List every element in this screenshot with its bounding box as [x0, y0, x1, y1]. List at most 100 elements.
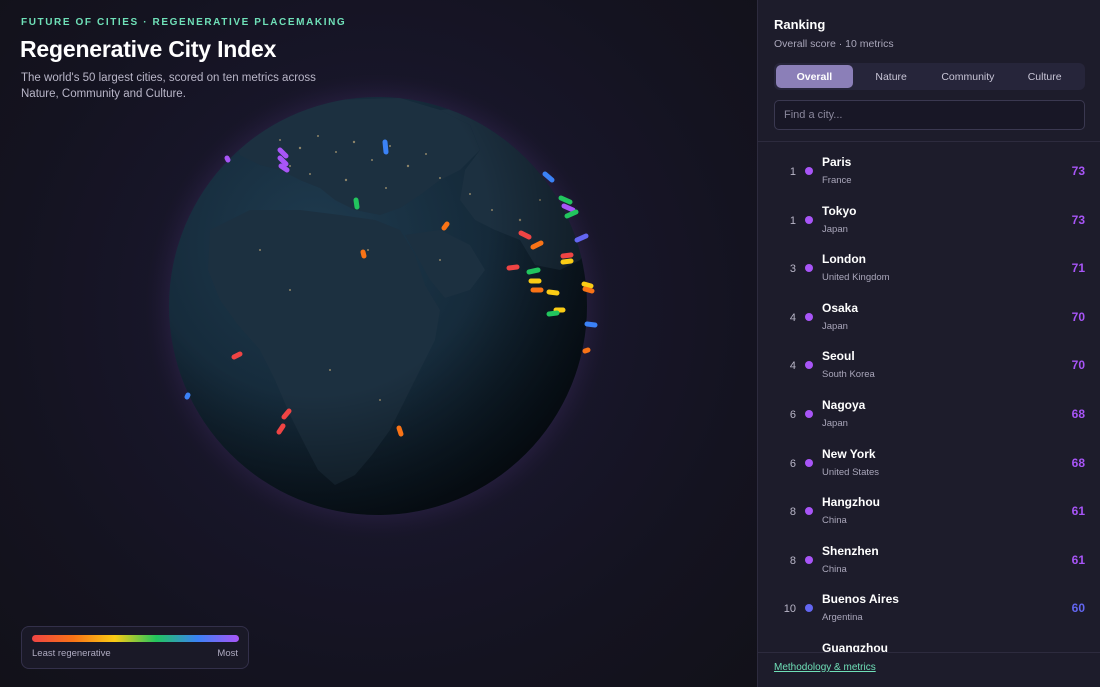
tab-overall[interactable]: Overall: [776, 65, 853, 88]
rank-number: 8: [789, 554, 796, 567]
city-name: Buenos Aires: [822, 592, 899, 607]
score-color-dot: [805, 167, 813, 175]
eyebrow-label: FUTURE OF CITIES · REGENERATIVE PLACEMAK…: [21, 17, 347, 28]
city-score: 70: [1071, 358, 1085, 373]
globe-stage[interactable]: FUTURE OF CITIES · REGENERATIVE PLACEMAK…: [0, 0, 757, 687]
rank-number: 1: [789, 166, 796, 178]
score-color-dot: [805, 507, 813, 516]
city-marker[interactable]: [546, 310, 560, 317]
legend-min-label: Least regenerative: [32, 648, 111, 659]
city-marker[interactable]: [224, 155, 231, 163]
list-item[interactable]: 6 New York United States 68: [758, 438, 1100, 487]
rank-number: 6: [789, 457, 796, 470]
tab-community[interactable]: Community: [930, 65, 1007, 88]
city-score: 60: [1071, 601, 1085, 616]
city-score: 61: [1071, 552, 1085, 567]
city-marker[interactable]: [584, 321, 598, 328]
city-score: 68: [1071, 455, 1085, 470]
city-marker[interactable]: [506, 264, 520, 271]
score-color-dot: [805, 312, 813, 321]
city-marker[interactable]: [276, 423, 286, 435]
country-name: China: [822, 515, 847, 527]
city-marker[interactable]: [184, 392, 191, 400]
city-marker[interactable]: [582, 347, 591, 354]
city-search-input[interactable]: [774, 100, 1085, 130]
globe-svg[interactable]: [140, 70, 640, 550]
methodology-link[interactable]: Methodology & metrics: [774, 662, 876, 673]
color-legend: Least regenerative Most: [21, 626, 249, 669]
list-item[interactable]: Guangzhou: [758, 632, 1100, 652]
city-marker[interactable]: [560, 252, 574, 259]
rank-number: 6: [789, 408, 796, 421]
city-name: Osaka: [822, 300, 859, 315]
globe-shading: [169, 97, 587, 515]
city-name: Paris: [822, 155, 852, 169]
city-score: 68: [1071, 406, 1085, 421]
city-name: Hangzhou: [822, 495, 880, 510]
city-name: Shenzhen: [822, 543, 879, 558]
city-marker[interactable]: [560, 258, 574, 265]
rank-number: 8: [789, 506, 796, 519]
tab-nature[interactable]: Nature: [853, 65, 930, 88]
score-color-dot: [805, 458, 813, 467]
city-score: 73: [1071, 164, 1085, 178]
country-name: Japan: [822, 223, 848, 235]
city-name: Tokyo: [822, 203, 857, 218]
score-color-dot: [805, 409, 813, 418]
score-color-dot: [805, 264, 813, 273]
score-color-dot: [805, 555, 813, 564]
score-color-dot: [805, 215, 813, 224]
country-name: United Kingdom: [822, 272, 890, 284]
panel-footer: Methodology & metrics: [758, 652, 1100, 687]
rank-number: 4: [789, 360, 796, 373]
list-item[interactable]: 6 Nagoya Japan 68: [758, 389, 1100, 438]
city-marker[interactable]: [441, 221, 450, 231]
country-name: China: [822, 563, 847, 575]
city-name: London: [822, 252, 866, 267]
category-tabs: Overall Nature Community Culture: [774, 63, 1085, 90]
tab-culture[interactable]: Culture: [1006, 65, 1083, 88]
list-item[interactable]: 4 Osaka Japan 70: [758, 292, 1100, 341]
rank-number: 1: [789, 214, 796, 227]
globe[interactable]: [140, 70, 640, 550]
list-item[interactable]: 8 Hangzhou China 61: [758, 486, 1100, 535]
country-name: United States: [822, 466, 880, 478]
legend-max-label: Most: [217, 648, 238, 659]
city-marker[interactable]: [360, 249, 367, 259]
ranking-panel: Ranking Overall score · 10 metrics Overa…: [757, 0, 1100, 687]
city-score: 61: [1071, 504, 1085, 519]
city-ranking-list[interactable]: 1 Paris France 73 1 Tokyo Japan 73 3 Lon…: [758, 146, 1100, 652]
panel-title: Ranking: [774, 17, 826, 32]
panel-subtitle: Overall score · 10 metrics: [774, 38, 894, 50]
city-name: Nagoya: [822, 397, 866, 412]
list-item[interactable]: 3 London United Kingdom 71: [758, 243, 1100, 292]
rank-number: 10: [783, 603, 796, 616]
city-score: 71: [1071, 261, 1085, 276]
city-marker[interactable]: [581, 281, 594, 289]
score-color-dot: [805, 604, 813, 613]
city-marker[interactable]: [382, 139, 389, 155]
city-marker[interactable]: [353, 197, 360, 210]
country-name: France: [822, 175, 852, 186]
city-name: Seoul: [822, 349, 855, 364]
country-name: Japan: [822, 417, 848, 429]
page-title: Regenerative City Index: [20, 36, 277, 62]
list-item[interactable]: 10 Buenos Aires Argentina 60: [758, 583, 1100, 632]
app-root: FUTURE OF CITIES · REGENERATIVE PLACEMAK…: [0, 0, 1100, 687]
city-marker[interactable]: [396, 425, 404, 437]
list-item[interactable]: 1 Paris France 73: [758, 146, 1100, 195]
country-name: Japan: [822, 320, 848, 332]
city-score: 73: [1071, 212, 1085, 227]
list-item[interactable]: 1 Tokyo Japan 73: [758, 195, 1100, 244]
city-marker[interactable]: [231, 351, 243, 360]
list-item[interactable]: 4 Seoul South Korea 70: [758, 340, 1100, 389]
city-name: New York: [822, 446, 876, 461]
city-marker[interactable]: [278, 163, 290, 173]
city-score: 70: [1071, 309, 1085, 324]
city-marker[interactable]: [582, 286, 595, 294]
list-item[interactable]: 8 Shenzhen China 61: [758, 535, 1100, 584]
city-name: Guangzhou: [822, 640, 888, 652]
city-marker[interactable]: [526, 267, 541, 275]
rank-number: 3: [789, 263, 796, 276]
city-marker[interactable]: [546, 289, 560, 296]
